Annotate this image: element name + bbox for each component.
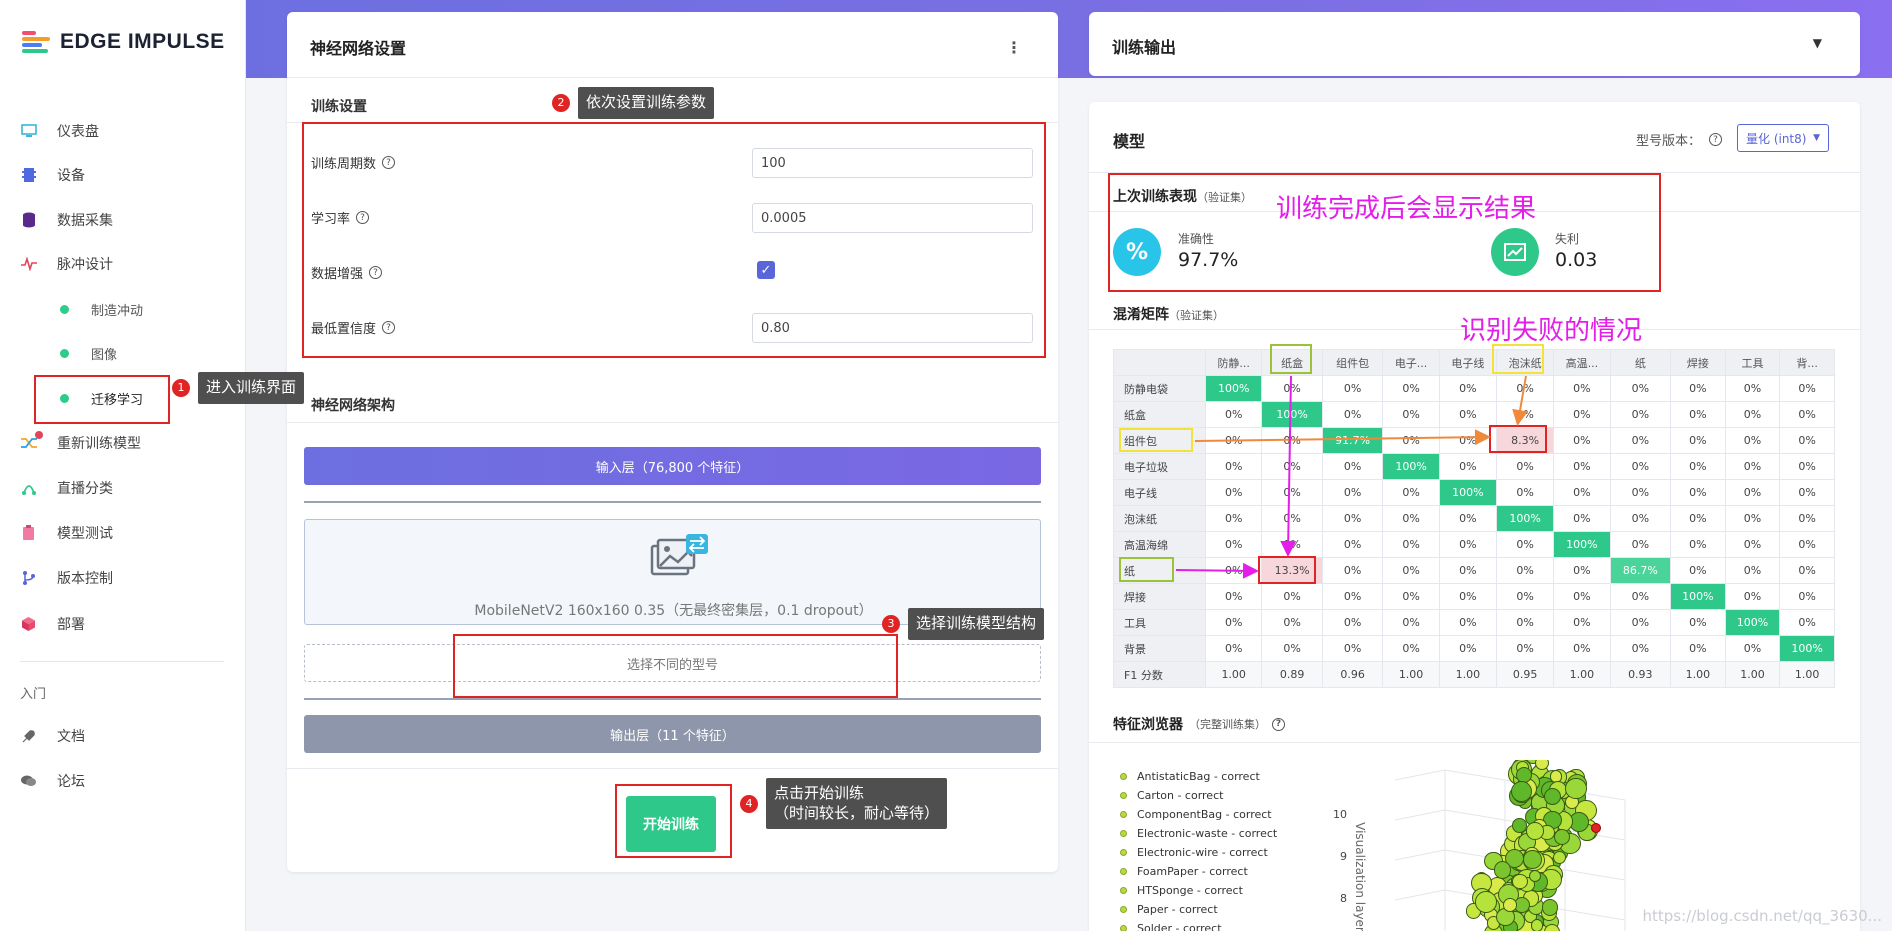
watermark: https://blog.csdn.net/qq_3630... xyxy=(1642,907,1882,925)
annotation-arrows xyxy=(1175,375,1528,579)
